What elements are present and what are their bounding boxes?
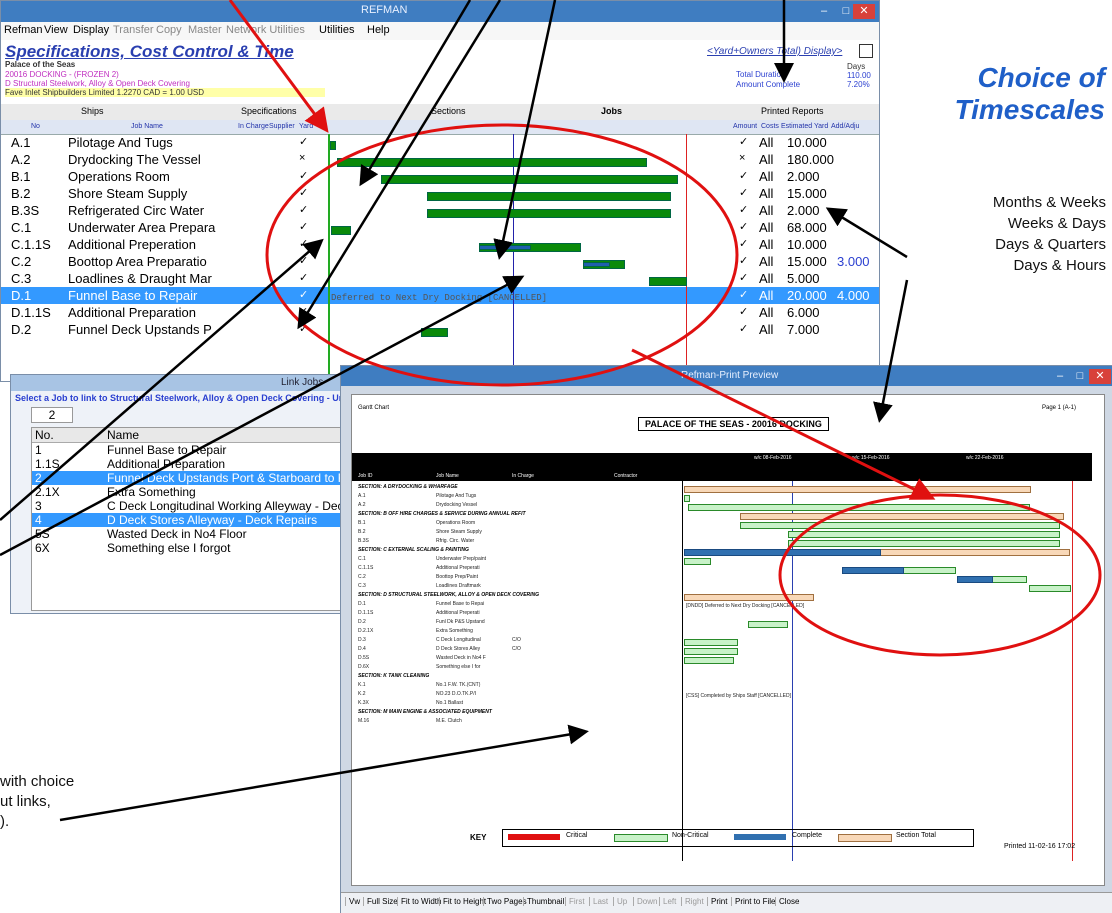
highlight-ellipse-main — [265, 123, 739, 387]
arrow-to-timescale — [825, 207, 908, 259]
arrow-to-preview-week — [873, 279, 909, 423]
arrow-to-gantt-bar — [359, 0, 472, 187]
arrow-to-preview-body — [59, 724, 589, 822]
arrow-to-link-1 — [0, 238, 324, 521]
arrow-red-top — [228, 0, 329, 133]
arrow-red-link — [631, 348, 936, 500]
annotation-overlay — [0, 0, 1102, 822]
arrow-to-check — [297, 0, 502, 330]
highlight-ellipse-preview — [778, 493, 1102, 657]
arrow-to-link-2 — [0, 275, 525, 557]
